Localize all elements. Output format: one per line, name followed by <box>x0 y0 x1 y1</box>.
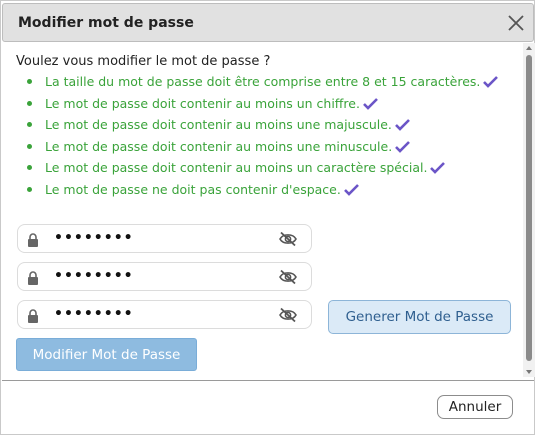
close-icon[interactable] <box>505 12 527 34</box>
bullet <box>27 100 32 106</box>
bullet <box>27 79 32 84</box>
submit-password-button[interactable]: Modifier Mot de Passe <box>16 338 197 371</box>
rule-item: Le mot de passe doit contenir au moins u… <box>27 159 498 181</box>
rule-text: Le mot de passe doit contenir au moins u… <box>45 117 392 132</box>
lock-icon <box>27 308 39 327</box>
rule-item: Le mot de passe ne doit pas contenir d'e… <box>27 181 498 203</box>
bullet <box>27 122 32 127</box>
check-icon <box>394 118 410 136</box>
scroll-down-icon[interactable] <box>526 370 532 374</box>
password-value: •••••••• <box>54 306 134 322</box>
bullet <box>27 186 32 192</box>
eye-off-icon[interactable] <box>278 231 298 251</box>
bullet <box>27 165 32 170</box>
confirm-password-field[interactable]: •••••••• <box>17 300 312 329</box>
dialog-content: Voulez vous modifier le mot de passe ? L… <box>2 43 524 377</box>
lock-icon <box>27 270 39 289</box>
rule-text: Le mot de passe doit contenir au moins u… <box>45 95 360 111</box>
footer-divider <box>2 380 534 381</box>
check-icon <box>430 161 446 179</box>
rule-item: La taille du mot de passe doit être comp… <box>27 73 499 95</box>
check-icon <box>343 183 359 201</box>
generate-password-button[interactable]: Generer Mot de Passe <box>328 300 511 334</box>
confirm-question: Voulez vous modifier le mot de passe ? <box>16 54 271 69</box>
password-rules-list: La taille du mot de passe doit être comp… <box>27 73 499 203</box>
cancel-button[interactable]: Annuler <box>437 395 513 419</box>
vertical-scrollbar[interactable] <box>523 43 535 377</box>
bullet <box>27 143 32 149</box>
eye-off-icon[interactable] <box>278 307 298 327</box>
current-password-field[interactable]: •••••••• <box>17 224 312 253</box>
scroll-up-icon[interactable] <box>526 46 532 50</box>
password-value: •••••••• <box>54 230 134 246</box>
change-password-dialog: Modifier mot de passe Voulez vous modifi… <box>0 0 535 435</box>
eye-off-icon[interactable] <box>278 269 298 289</box>
password-value: •••••••• <box>54 268 134 284</box>
dialog-title: Modifier mot de passe <box>18 15 194 31</box>
rule-item: Le mot de passe doit contenir au moins u… <box>27 95 498 117</box>
scroll-thumb[interactable] <box>526 55 532 361</box>
rule-item: Le mot de passe doit contenir au moins u… <box>27 116 498 138</box>
check-icon <box>363 97 378 115</box>
lock-icon <box>27 232 39 251</box>
check-icon <box>395 140 411 158</box>
check-icon <box>483 75 499 93</box>
rule-text: Le mot de passe doit contenir au moins u… <box>45 160 428 175</box>
dialog-titlebar: Modifier mot de passe <box>2 3 534 42</box>
rule-text: Le mot de passe ne doit pas contenir d'e… <box>45 181 341 197</box>
rule-text: Le mot de passe doit contenir au moins u… <box>45 138 393 154</box>
new-password-field[interactable]: •••••••• <box>17 262 312 291</box>
rule-text: La taille du mot de passe doit être comp… <box>45 74 481 89</box>
rule-item: Le mot de passe doit contenir au moins u… <box>27 138 498 160</box>
